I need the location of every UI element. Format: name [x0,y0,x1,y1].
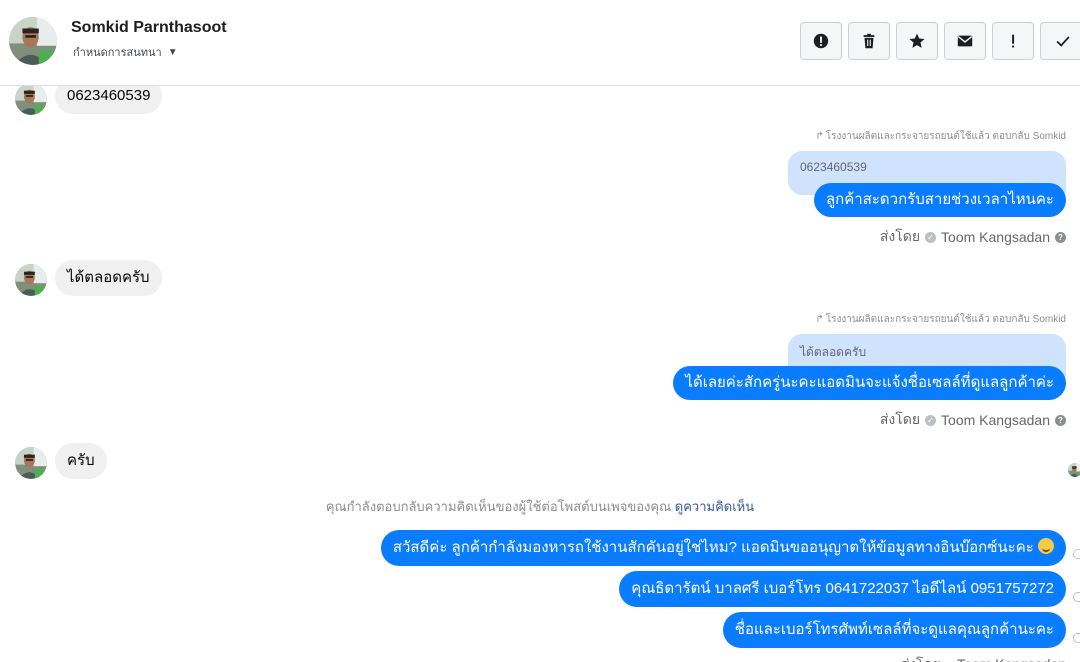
contact-avatar-small [15,447,47,479]
sent-by-label: ส่งโดย [879,228,921,244]
caret-down-icon: ▼ [167,46,178,58]
outgoing-message-text: สวัสดีค่ะ ลูกค้ากำลังมองหารถใช้งานสักคัน… [392,539,1034,556]
help-icon[interactable]: ? [1055,414,1066,426]
sent-by-line-partial: ส่งโดย ● Toom Kangsadan [901,654,1066,662]
reply-arrow-icon: ↱ [815,131,824,142]
seen-avatar [1068,463,1080,477]
star-icon [909,33,925,48]
mark-unread-button[interactable] [944,22,986,60]
envelope-icon [957,35,973,47]
sent-by-line: ส่งโดย ✓ Toom Kangsadan ? [880,226,1066,248]
agent-name: Toom Kangsadan [941,412,1050,428]
conversation-label: กำหนดการสนทนา [73,47,162,59]
reply-context: ↱ โรงงานผลิตและกระจายรถยนต์ใช้แล้ว ตอบกล… [815,312,1066,327]
check-icon [1056,36,1070,47]
reply-context-text: โรงงานผลิตและกระจายรถยนต์ใช้แล้ว ตอบกลับ… [825,314,1066,325]
alert-circle-icon [813,33,829,49]
outgoing-message[interactable]: สวัสดีค่ะ ลูกค้ากำลังมองหารถใช้งานสักคัน… [380,530,1066,566]
follow-up-button[interactable] [992,22,1034,60]
outgoing-message[interactable]: ชื่อและเบอร์โทรศัพท์เซลล์ที่จะดูแลคุณลูก… [722,612,1066,648]
reply-context-text: โรงงานผลิตและกระจายรถยนต์ใช้แล้ว ตอบกลับ… [825,131,1066,142]
quoted-text: 0623460539 [800,160,867,174]
outgoing-message[interactable]: ลูกค้าสะดวกรับสายช่วงเวลาไหนคะ [813,183,1066,217]
agent-name: Toom Kangsadan [941,229,1050,245]
contact-name[interactable]: Somkid Parnthasoot [71,19,227,37]
contact-avatar-small [15,83,47,115]
incoming-message[interactable]: ได้ตลอดครับ [55,260,162,296]
quoted-text: ได้ตลอดครับ [800,345,867,359]
conversation-label-dropdown[interactable]: กำหนดการสนทนา ▼ [73,43,178,61]
conversation-header: Somkid Parnthasoot กำหนดการสนทนา ▼ [0,0,1080,86]
mark-spam-button[interactable] [800,22,842,60]
contact-avatar[interactable] [9,17,57,65]
status-indicator [1073,592,1080,602]
system-notice-text: คุณกำลังตอบกลับความคิดเห็นของผู้ใช้ต่อโพ… [325,499,672,514]
reply-context: ↱ โรงงานผลิตและกระจายรถยนต์ใช้แล้ว ตอบกล… [815,129,1066,144]
delete-button[interactable] [848,22,890,60]
incoming-message[interactable]: ครับ [55,443,107,479]
exclamation-icon [1012,34,1015,48]
outgoing-message[interactable]: คุณธิดารัตน์ บาลศรี เบอร์โทร 0641722037 … [619,571,1066,607]
verified-icon: ✓ [925,414,937,426]
system-notice: คุณกำลังตอบกลับความคิดเห็นของผู้ใช้ต่อโพ… [0,496,1080,517]
view-comment-link[interactable]: ดูความคิดเห็น [675,499,754,514]
status-indicator [1073,549,1080,559]
contact-avatar-small [15,264,47,296]
outgoing-message[interactable]: ได้เลยค่ะสักครู่นะคะแอดมินจะแจ้งชื่อเซลล… [673,366,1066,400]
trash-icon [863,33,875,49]
status-indicator [1073,633,1080,643]
smile-emoji-icon [1038,538,1054,554]
star-button[interactable] [896,22,938,60]
sent-by-label: ส่งโดย [879,411,921,427]
reply-arrow-icon: ↱ [815,314,824,325]
verified-icon: ✓ [925,231,937,243]
sent-by-line: ส่งโดย ✓ Toom Kangsadan ? [880,409,1066,431]
help-icon[interactable]: ? [1055,231,1066,243]
mark-done-button[interactable] [1040,22,1080,60]
